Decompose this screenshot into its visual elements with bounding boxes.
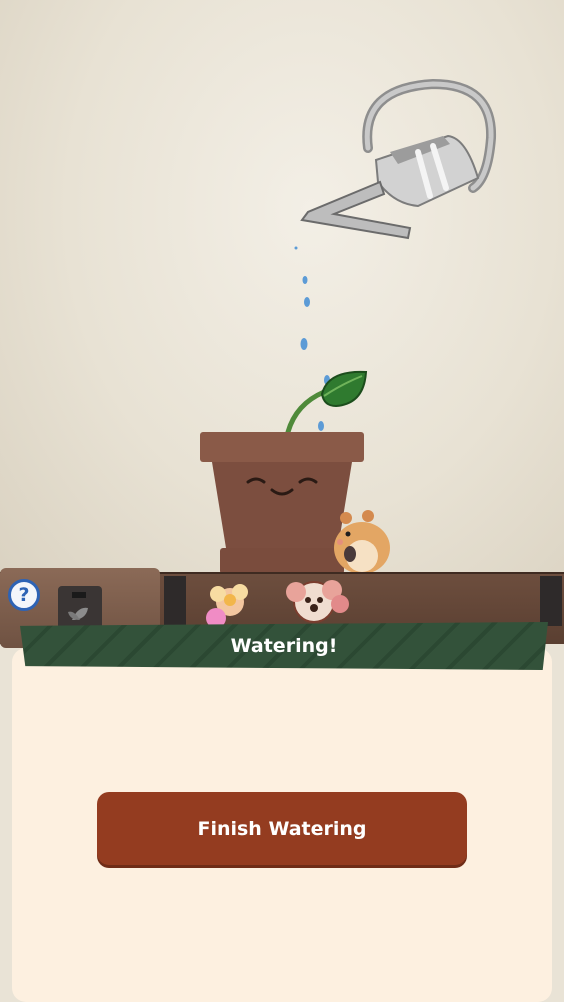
question-mark-icon: ?	[18, 584, 30, 606]
watering-banner: Watering!	[20, 622, 548, 670]
watering-can-icon[interactable]	[298, 78, 508, 248]
flower-pink-icon	[286, 580, 349, 623]
finish-watering-label: Finish Watering	[197, 817, 367, 840]
shelf-bracket-left	[164, 576, 186, 626]
banner-title: Watering!	[230, 635, 338, 657]
hamster-icon[interactable]	[328, 508, 394, 576]
finish-watering-button[interactable]: Finish Watering	[97, 792, 467, 865]
shelf-bracket-right	[540, 576, 562, 626]
help-button[interactable]: ?	[8, 579, 40, 611]
flower-yellow-icon	[206, 584, 248, 626]
